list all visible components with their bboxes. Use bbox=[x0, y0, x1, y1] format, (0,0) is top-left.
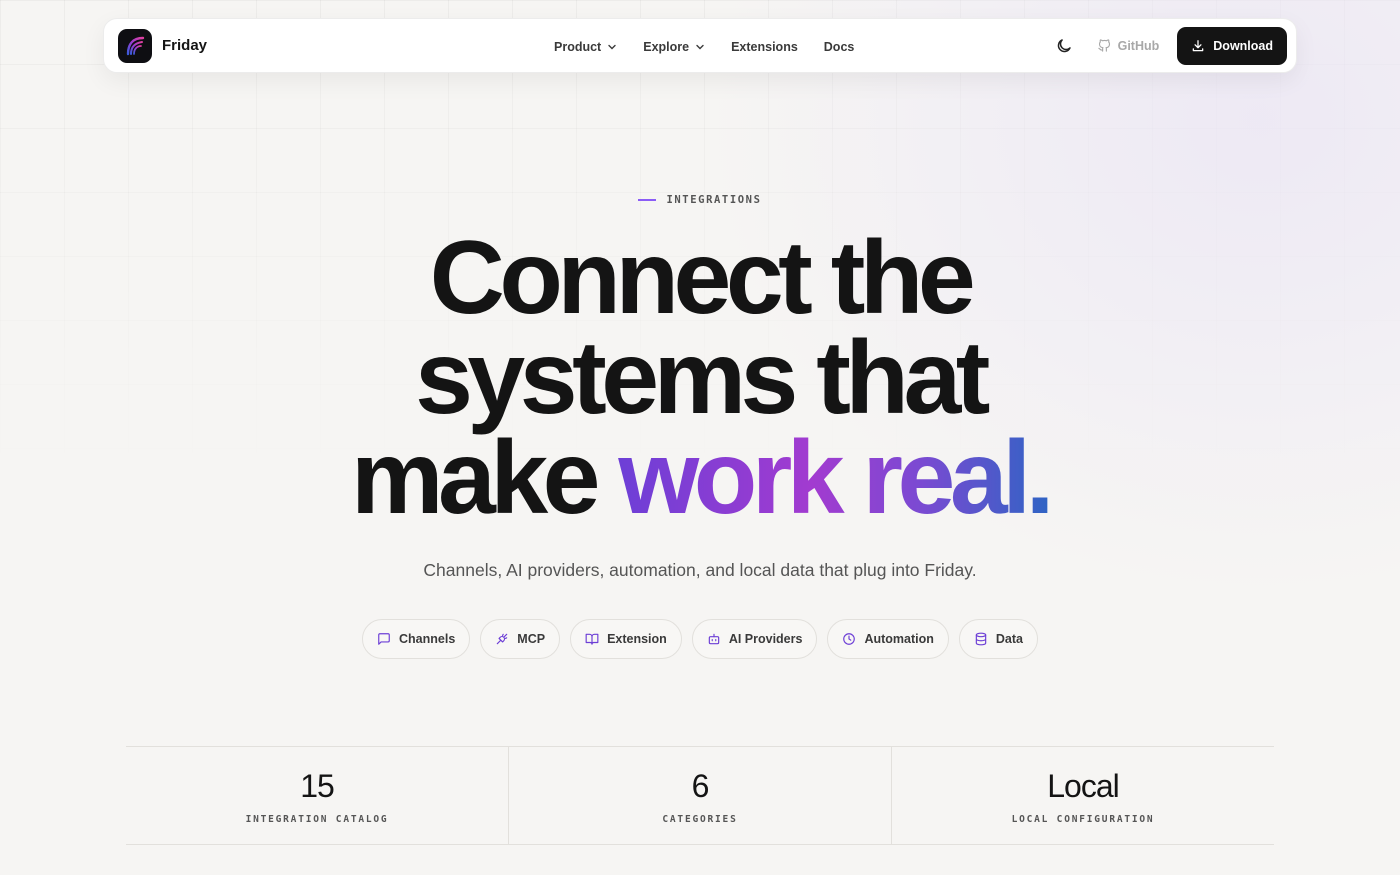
chip-mcp-label: MCP bbox=[517, 632, 546, 646]
eyebrow-line bbox=[638, 199, 657, 201]
stats-bar: 15 INTEGRATION CATALOG 6 CATEGORIES Loca… bbox=[126, 746, 1274, 845]
eyebrow: INTEGRATIONS bbox=[0, 194, 1400, 206]
message-square-icon bbox=[378, 633, 390, 645]
nav-extensions-label: Extensions bbox=[731, 39, 798, 54]
chip-ai-providers-label: AI Providers bbox=[728, 632, 803, 646]
github-label: GitHub bbox=[1117, 38, 1160, 53]
chevron-down-icon bbox=[608, 44, 616, 49]
headline-line-3-plain: make bbox=[351, 420, 619, 536]
eyebrow-text: INTEGRATIONS bbox=[666, 194, 762, 206]
friday-logo-icon bbox=[118, 28, 152, 63]
stat-value: Local bbox=[1047, 768, 1119, 804]
stat-label: LOCAL CONFIGURATION bbox=[1011, 814, 1155, 825]
headline-accent: work real. bbox=[618, 420, 1054, 536]
nav-docs[interactable]: Docs bbox=[824, 40, 855, 54]
stat-local-configuration: Local LOCAL CONFIGURATION bbox=[892, 747, 1274, 844]
nav-explore[interactable]: Explore bbox=[643, 40, 705, 54]
chip-mcp[interactable]: MCP bbox=[480, 619, 561, 659]
download-icon bbox=[1192, 39, 1204, 51]
hero-subtitle: Channels, AI providers, automation, and … bbox=[423, 560, 977, 580]
stat-value: 6 bbox=[691, 768, 710, 804]
category-chips: Channels MCP Extension AI Providers Auto… bbox=[0, 619, 1400, 659]
chip-automation-label: Automation bbox=[864, 632, 934, 646]
stat-categories: 6 CATEGORIES bbox=[509, 747, 892, 844]
headline-line-3: make work real. bbox=[351, 420, 1054, 536]
download-label: Download bbox=[1213, 38, 1273, 53]
chip-extension-label: Extension bbox=[607, 632, 667, 646]
book-open-icon bbox=[585, 633, 599, 645]
chevron-down-icon bbox=[696, 44, 704, 49]
database-icon bbox=[975, 632, 987, 646]
headline-line-2: systems that bbox=[415, 320, 990, 436]
chip-channels[interactable]: Channels bbox=[362, 619, 471, 659]
download-button[interactable]: Download bbox=[1177, 26, 1287, 65]
plug-icon bbox=[497, 633, 508, 645]
theme-toggle-button[interactable] bbox=[1049, 31, 1079, 61]
main-nav: Product Explore Extensions Docs bbox=[554, 19, 854, 74]
chip-channels-label: Channels bbox=[399, 632, 456, 646]
chip-data-label: Data bbox=[995, 632, 1023, 646]
top-navbar: Friday Product Explore Extensions Docs G… bbox=[103, 18, 1297, 73]
chip-automation[interactable]: Automation bbox=[827, 619, 949, 659]
hero-headline: Connect the systems that make work real. bbox=[0, 226, 1400, 530]
bot-icon bbox=[708, 633, 720, 645]
stat-value: 15 bbox=[300, 768, 335, 804]
clock-icon bbox=[843, 633, 856, 645]
chip-data[interactable]: Data bbox=[958, 619, 1038, 659]
nav-actions: GitHub Download bbox=[1049, 26, 1287, 65]
headline-line-1: Connect the bbox=[429, 220, 976, 336]
nav-extensions[interactable]: Extensions bbox=[731, 40, 798, 54]
github-link[interactable]: GitHub bbox=[1097, 38, 1160, 53]
nav-product[interactable]: Product bbox=[554, 40, 617, 54]
brand[interactable]: Friday bbox=[118, 28, 318, 63]
nav-docs-label: Docs bbox=[823, 39, 855, 54]
nav-product-label: Product bbox=[554, 39, 602, 54]
chip-extension[interactable]: Extension bbox=[570, 619, 682, 659]
stat-label: INTEGRATION CATALOG bbox=[245, 814, 389, 825]
stat-integration-catalog: 15 INTEGRATION CATALOG bbox=[126, 747, 509, 844]
stat-label: CATEGORIES bbox=[662, 814, 738, 825]
chip-ai-providers[interactable]: AI Providers bbox=[691, 619, 818, 659]
github-icon bbox=[1097, 39, 1110, 52]
moon-icon bbox=[1057, 38, 1071, 52]
brand-name: Friday bbox=[162, 37, 208, 54]
nav-explore-label: Explore bbox=[643, 39, 690, 54]
